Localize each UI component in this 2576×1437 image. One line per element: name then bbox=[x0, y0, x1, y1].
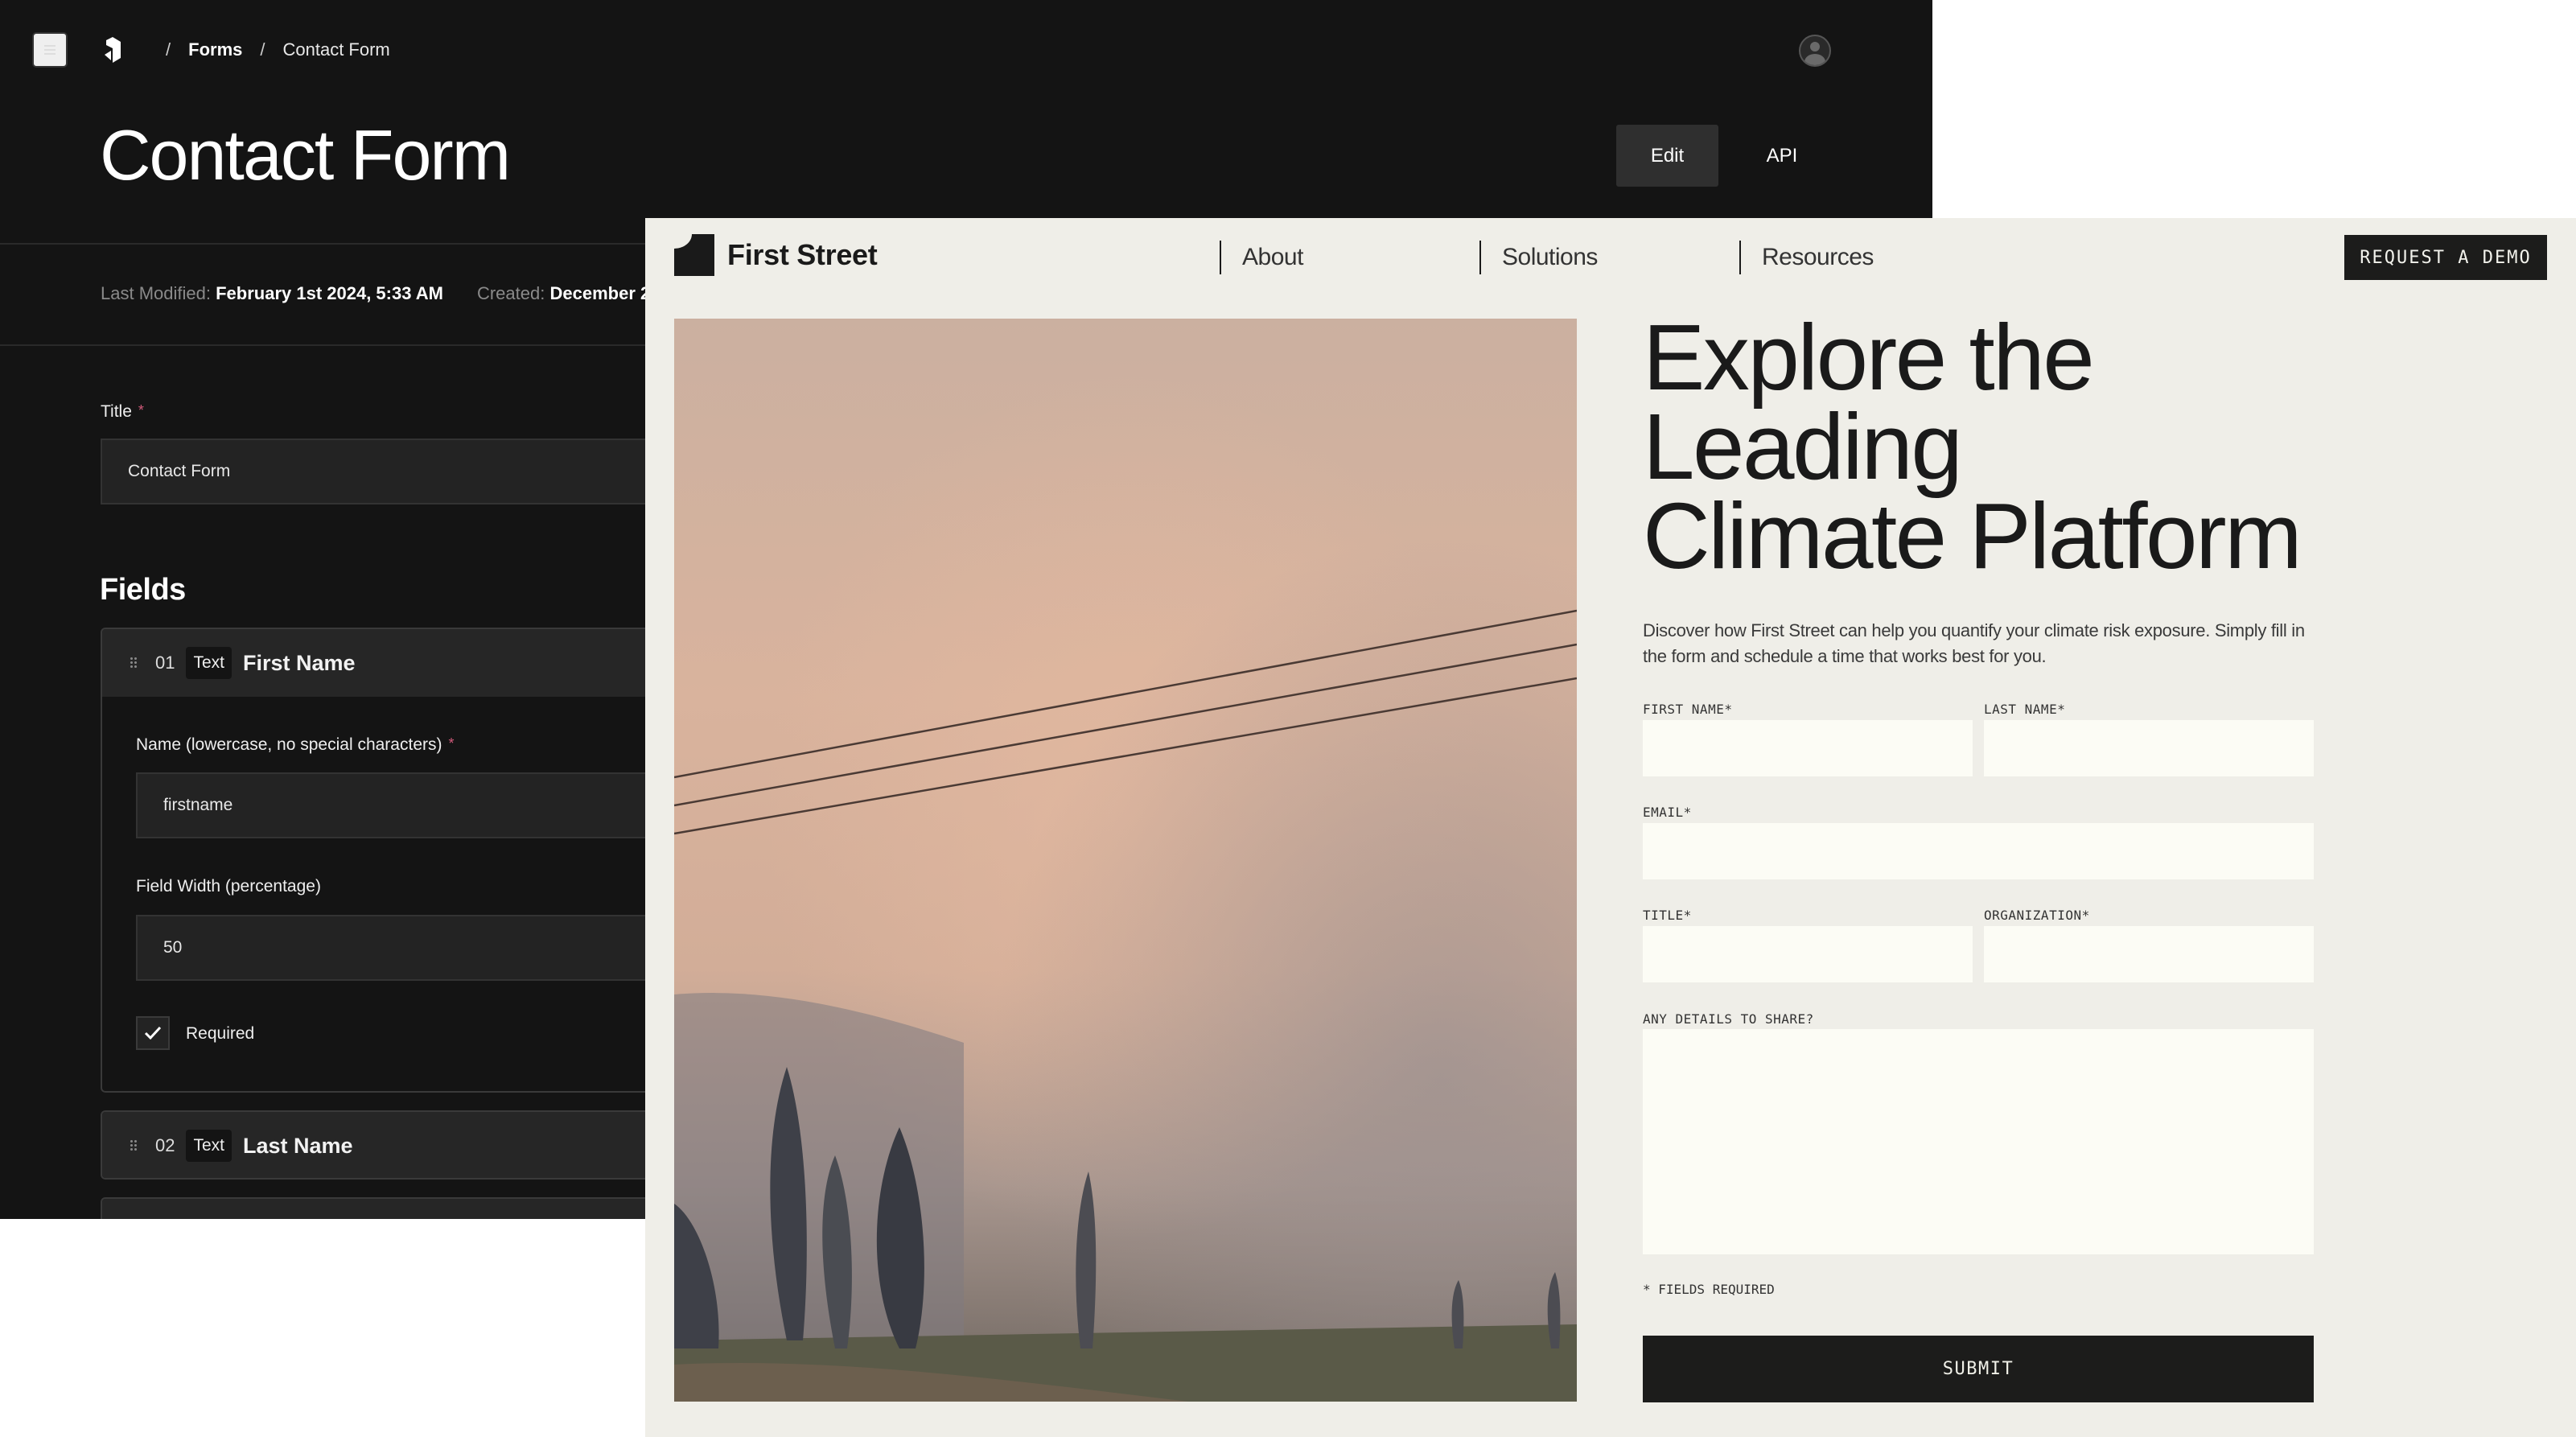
app-logo-icon[interactable] bbox=[101, 37, 126, 63]
drag-handle-icon[interactable] bbox=[130, 1139, 138, 1152]
breadcrumb-forms-link[interactable]: Forms bbox=[188, 39, 242, 60]
required-star: * bbox=[448, 735, 455, 751]
last-name-label: LAST NAME* bbox=[1984, 702, 2066, 717]
title-input[interactable] bbox=[1643, 926, 1973, 982]
hero-headline: Explore the Leading Climate Platform bbox=[1643, 311, 2367, 583]
field-type-badge: Text bbox=[186, 1130, 232, 1162]
field-name: Last Name bbox=[243, 1133, 353, 1158]
first-name-input[interactable] bbox=[1643, 720, 1973, 776]
last-modified: Last Modified: February 1st 2024, 5:33 A… bbox=[101, 283, 443, 304]
title-field-label: Title * bbox=[101, 402, 144, 422]
request-demo-button[interactable]: REQUEST A DEMO bbox=[2344, 235, 2547, 280]
user-icon-head bbox=[1810, 42, 1820, 51]
document-meta: Last Modified: February 1st 2024, 5:33 A… bbox=[101, 283, 650, 304]
user-avatar[interactable] bbox=[1799, 35, 1831, 67]
last-name-input[interactable] bbox=[1984, 720, 2314, 776]
email-input[interactable] bbox=[1643, 823, 2314, 879]
field-type-badge: Text bbox=[186, 647, 232, 679]
nav-about[interactable]: About bbox=[1220, 241, 1303, 274]
first-street-logo-icon bbox=[674, 234, 714, 276]
user-icon-body bbox=[1804, 54, 1825, 65]
page-title: Contact Form bbox=[100, 115, 511, 195]
required-checkbox[interactable] bbox=[136, 1016, 170, 1050]
headline-line: Climate Platform bbox=[1643, 484, 2302, 588]
api-button[interactable]: API bbox=[1746, 125, 1818, 187]
hamburger-icon bbox=[44, 49, 56, 51]
nav-solutions[interactable]: Solutions bbox=[1479, 241, 1598, 274]
width-field-label: Field Width (percentage) bbox=[136, 877, 321, 896]
name-field-label: Name (lowercase, no special characters) * bbox=[136, 735, 455, 755]
field-name: First Name bbox=[243, 650, 356, 675]
hero-image bbox=[674, 319, 1577, 1402]
required-note: * FIELDS REQUIRED bbox=[1643, 1282, 1775, 1297]
email-label: EMAIL* bbox=[1643, 805, 1692, 820]
hero-subtext: Discover how First Street can help you q… bbox=[1643, 620, 2305, 666]
organization-label: ORGANIZATION* bbox=[1984, 908, 2090, 923]
title-label-text: Title bbox=[101, 402, 132, 421]
drag-handle-icon[interactable] bbox=[130, 657, 138, 669]
details-textarea[interactable] bbox=[1643, 1029, 2314, 1254]
checkmark-icon bbox=[144, 1026, 162, 1040]
name-label-text: Name (lowercase, no special characters) bbox=[136, 735, 442, 754]
breadcrumb-separator: / bbox=[260, 39, 265, 60]
created: Created: December 2 bbox=[477, 283, 650, 304]
created-label: Created: bbox=[476, 283, 545, 303]
brand-name: First Street bbox=[727, 238, 878, 271]
required-checkbox-label[interactable]: Required bbox=[186, 1024, 254, 1044]
first-street-logo[interactable]: First Street bbox=[674, 234, 878, 276]
nav-resources[interactable]: Resources bbox=[1739, 241, 1874, 274]
field-number: 02 bbox=[155, 1135, 175, 1155]
breadcrumb-current: Contact Form bbox=[282, 39, 390, 60]
fields-heading: Fields bbox=[100, 573, 186, 607]
breadcrumb-separator: / bbox=[166, 39, 171, 60]
first-name-label: FIRST NAME* bbox=[1643, 702, 1733, 717]
required-star: * bbox=[138, 402, 144, 418]
breadcrumb: / Forms / Contact Form bbox=[101, 35, 390, 64]
last-modified-label: Last Modified: bbox=[101, 283, 211, 303]
edit-button[interactable]: Edit bbox=[1616, 125, 1718, 187]
organization-input[interactable] bbox=[1984, 926, 2314, 982]
created-value: December 2 bbox=[549, 283, 651, 303]
first-street-page: First Street About Solutions Resources R… bbox=[645, 218, 2576, 1437]
menu-button[interactable] bbox=[32, 32, 68, 68]
last-modified-value: February 1st 2024, 5:33 AM bbox=[216, 283, 443, 303]
smoky-landscape-image bbox=[674, 319, 1577, 1402]
title-label: TITLE* bbox=[1643, 908, 1692, 923]
details-label: ANY DETAILS TO SHARE? bbox=[1643, 1011, 1814, 1027]
submit-button[interactable]: SUBMIT bbox=[1643, 1336, 2314, 1402]
field-number: 01 bbox=[155, 653, 175, 673]
